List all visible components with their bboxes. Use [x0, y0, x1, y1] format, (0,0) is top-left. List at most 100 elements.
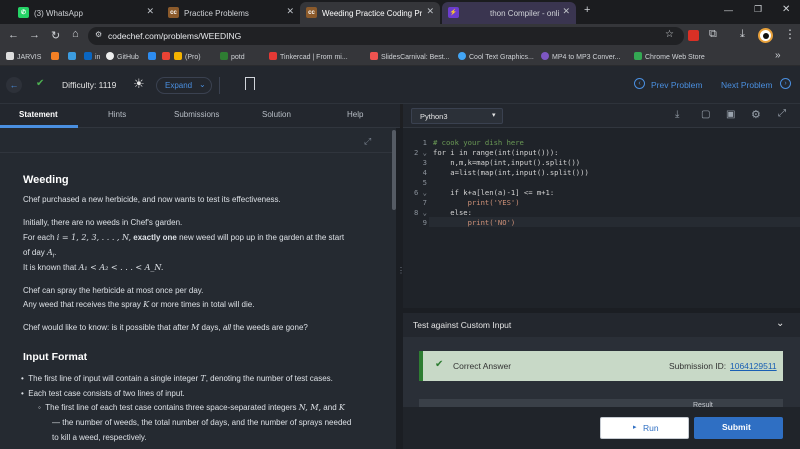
tab-help[interactable]: Help [347, 110, 363, 119]
reload-icon[interactable]: ↻ [51, 29, 60, 42]
browser-tab-practice[interactable]: cc Practice Problems ✕ [162, 2, 300, 24]
save-icon[interactable]: ▣ [726, 109, 735, 120]
converter-icon [541, 52, 549, 60]
comment-icon[interactable]: ▢ [701, 109, 710, 120]
back-icon[interactable]: ← [8, 29, 19, 41]
input-format-heading: Input Format [23, 351, 88, 363]
custom-input-toggle[interactable]: Test against Custom Input ⌄ [403, 313, 800, 337]
bookmark-stackoverflow[interactable] [51, 52, 62, 61]
chevron-down-icon: ⌄ [199, 80, 206, 89]
settings-gear-icon[interactable]: ⚙ [751, 108, 761, 121]
bookmark-code[interactable] [68, 52, 79, 61]
close-icon[interactable]: ✕ [146, 6, 154, 17]
problem-toolbar: ← ✔ Difficulty: 1119 ☀ Expand ⌄ ‹ Prev P… [0, 66, 800, 104]
bullet-item: • Each test case consists of two lines o… [21, 389, 185, 398]
url-input[interactable]: ⚙ codechef.com/problems/WEEDING ☆ [88, 27, 684, 45]
more-bookmarks-icon[interactable]: » [775, 50, 781, 61]
bookmark-star-icon[interactable]: ☆ [665, 29, 674, 40]
webstore-icon [634, 52, 642, 60]
bookmark-github[interactable]: GitHub [106, 52, 139, 61]
browser-tab-weeding[interactable]: cc Weeding Practice Coding Probl ✕ [300, 2, 440, 24]
line-number: 1 [422, 138, 427, 147]
submission-id-link[interactable]: 1064129511 [730, 361, 777, 371]
whatsapp-icon: ✆ [18, 7, 29, 18]
bookmarks-bar: JARVIS in GitHub (Pro) potd Tinkercad | … [0, 48, 800, 66]
chevron-right-icon[interactable]: › [780, 78, 791, 89]
restore-icon[interactable]: ❐ [754, 4, 762, 15]
code-line: # cook your dish here [433, 138, 524, 147]
close-icon[interactable]: ✕ [562, 6, 570, 17]
browser-tab-whatsapp[interactable]: ✆ (3) WhatsApp ✕ [12, 2, 160, 24]
download-code-icon[interactable]: ⤓ [675, 109, 679, 120]
bookmark-tinkercad[interactable]: Tinkercad | From mi... [269, 52, 348, 61]
submit-button[interactable]: Submit [694, 417, 783, 439]
close-icon[interactable]: ✕ [286, 6, 294, 17]
minimize-icon[interactable]: — [724, 5, 733, 15]
close-window-icon[interactable]: ✕ [782, 4, 790, 15]
bookmark-potd[interactable]: potd [220, 52, 245, 61]
browser-menu-icon[interactable]: ⋮ [784, 27, 796, 41]
status-text: Correct Answer [453, 361, 512, 371]
problem-intro: Chef purchased a new herbicide, and now … [23, 195, 281, 204]
bookmark-icon[interactable] [245, 77, 255, 90]
tab-submissions[interactable]: Submissions [174, 110, 219, 119]
tab-solution[interactable]: Solution [262, 110, 291, 119]
problem-text: — the number of weeds, the total number … [52, 418, 352, 427]
extension-icon[interactable] [688, 30, 699, 41]
bookmark-webstore[interactable]: Chrome Web Store [634, 52, 705, 61]
fullscreen-icon[interactable]: ⤢ [364, 136, 371, 147]
text-span: Any weed that receives the spray [23, 300, 144, 309]
text-span: days, [199, 323, 223, 332]
bookmark-jarvis[interactable]: JARVIS [6, 52, 41, 61]
bookmark-cooltext[interactable]: Cool Text Graphics... [458, 52, 534, 61]
close-icon[interactable]: ✕ [426, 6, 434, 17]
tab-title: (3) WhatsApp [34, 8, 83, 18]
math-span: N, M, [298, 403, 322, 412]
line-number: 9 [422, 218, 427, 227]
home-icon[interactable]: ⌂ [72, 28, 79, 40]
browser-tab-compiler[interactable]: ⚡ thon Compiler - onli ✕ [442, 2, 576, 24]
code-icon [68, 52, 76, 60]
next-problem-link[interactable]: Next Problem [721, 80, 773, 90]
github-icon [106, 52, 114, 60]
code-line: else: [433, 208, 472, 217]
expand-button[interactable]: Expand ⌄ [156, 77, 212, 94]
fullscreen-icon[interactable]: ⤢ [778, 108, 786, 119]
theme-toggle-icon[interactable]: ☀ [133, 76, 145, 92]
profile-avatar[interactable] [758, 28, 773, 43]
bookmark-label: GitHub [117, 54, 139, 61]
text-span: of day [23, 248, 48, 257]
chevron-left-icon[interactable]: ‹ [634, 78, 645, 89]
sub-bullet-item: ◦ The first line of each test case conta… [38, 403, 345, 412]
math-span: A₁ < A₂ < . . . < A_N. [78, 263, 164, 272]
editor-header: Python3 ▾ ⤓ ▢ ▣ ⚙ ⤢ [403, 104, 800, 128]
prev-problem-link[interactable]: Prev Problem [651, 80, 703, 90]
extensions-puzzle-icon[interactable]: ⧉ [709, 28, 717, 41]
tab-statement[interactable]: Statement [19, 110, 58, 119]
code-editor[interactable]: 1 2 ⌄ 3 4 5 6 ⌄ 7 8 ⌄ 9 # cook your dish… [403, 128, 800, 308]
stackoverflow-icon [51, 52, 59, 60]
code-line: a=list(map(int,input().split())) [433, 168, 589, 177]
pane-splitter[interactable]: ⋮ [396, 128, 405, 449]
divider [219, 77, 220, 94]
back-arrow-icon[interactable]: ← [6, 77, 22, 93]
bookmark-pro[interactable]: (Pro) [174, 52, 201, 61]
download-icon[interactable]: ⤓ [740, 28, 745, 41]
tab-hints[interactable]: Hints [108, 110, 126, 119]
new-tab-icon[interactable]: + [584, 4, 590, 16]
bookmark-gmail[interactable] [162, 52, 173, 61]
bookmark-blue[interactable] [148, 52, 159, 61]
site-info-icon[interactable]: ⚙ [95, 30, 102, 39]
bookmark-label: Chrome Web Store [645, 54, 705, 61]
line-number: 7 [422, 198, 427, 207]
line-number: 3 [422, 158, 427, 167]
problem-text: For each i = 1, 2, 3, . . . , N, exactly… [23, 232, 344, 244]
run-button[interactable]: ▸ Run [600, 417, 689, 439]
language-select[interactable]: Python3 ▾ [411, 108, 503, 124]
bookmark-linkedin[interactable]: in [84, 52, 100, 61]
text-span: Chef would like to know: is it possible … [23, 323, 192, 332]
forward-icon[interactable]: → [29, 29, 40, 41]
expand-label: Expand [165, 81, 193, 90]
bookmark-slidescarnival[interactable]: SlidesCarnival: Best... [370, 52, 449, 61]
bookmark-mp4tomp3[interactable]: MP4 to MP3 Conver... [541, 52, 620, 61]
